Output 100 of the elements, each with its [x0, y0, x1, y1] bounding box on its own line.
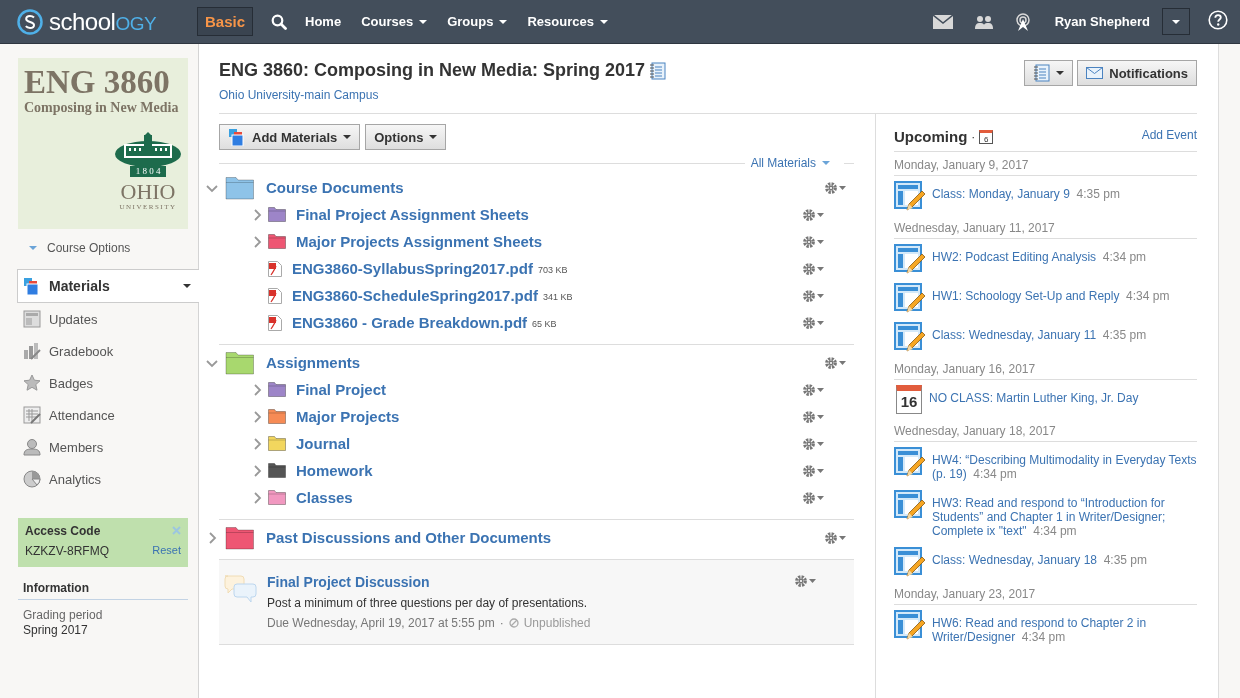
settings-menu-icon[interactable]: [802, 234, 824, 249]
sidebar-nav-item[interactable]: Members: [0, 431, 198, 463]
event-link[interactable]: HW2: Podcast Editing Analysis 4:34 pm: [932, 250, 1147, 264]
separator-dot: ·: [971, 129, 976, 144]
grading-period-label: Grading period: [22, 607, 104, 622]
notifications-button[interactable]: Notifications: [1077, 60, 1197, 86]
sidebar-nav-item[interactable]: Updates: [0, 303, 198, 335]
settings-menu-icon[interactable]: [824, 180, 846, 195]
settings-menu-icon[interactable]: [824, 355, 846, 370]
settings-menu-icon[interactable]: [802, 261, 824, 276]
user-menu-button[interactable]: [1162, 8, 1190, 35]
broadcast-icon[interactable]: [1014, 12, 1031, 31]
add-event-link[interactable]: Add Event: [1141, 128, 1197, 142]
mode-button[interactable]: Basic: [197, 7, 254, 36]
discussion-description: Post a minimum of three questions per day of presentations.: [267, 596, 589, 610]
settings-menu-icon[interactable]: [824, 530, 846, 545]
settings-menu-icon[interactable]: [802, 288, 824, 303]
assignment-icon: [894, 322, 925, 352]
folder-link[interactable]: Journal: [296, 435, 351, 452]
star-icon: [23, 374, 41, 392]
add-materials-button[interactable]: Add Materials: [219, 124, 361, 150]
chevron-right-icon[interactable]: [251, 464, 263, 477]
upcoming-heading: Upcoming: [894, 128, 968, 145]
pdf-file-icon: [268, 260, 282, 277]
file-link[interactable]: ENG3860-ScheduleSpring2017.pdf: [292, 287, 538, 304]
assignment-icon: [894, 490, 925, 520]
folder-link[interactable]: Past Discussions and Other Documents: [266, 529, 552, 546]
event-link[interactable]: Class: Monday, January 9 4:35 pm: [932, 187, 1120, 201]
options-button[interactable]: Options: [365, 124, 447, 150]
calendar-icon[interactable]: 6: [979, 129, 994, 144]
access-code-label: Access Code: [25, 524, 102, 540]
people-icon[interactable]: [974, 14, 993, 29]
event-link[interactable]: HW6: Read and respond to Chapter 2 in Writer/Designer 4:34 pm: [932, 616, 1197, 644]
event-link[interactable]: HW3: Read and respond to “Introduction for Students” and Chapter 1 in Writer/Designer; Complete ix "text" 4:34 pm: [932, 496, 1197, 538]
folder-link[interactable]: Major Projects: [296, 408, 400, 425]
calendar-icon: 16: [896, 385, 922, 414]
nav-menu[interactable]: Groups: [447, 14, 508, 29]
chevron-right-icon[interactable]: [251, 437, 263, 450]
settings-menu-icon[interactable]: [802, 315, 824, 330]
nav-menu[interactable]: Courses: [361, 14, 428, 29]
folder-link[interactable]: Final Project: [296, 381, 387, 398]
materials-icon: [23, 277, 41, 295]
folder-link[interactable]: Homework: [296, 462, 373, 479]
filter-dropdown[interactable]: All Materials: [750, 156, 830, 170]
mail-icon[interactable]: [932, 14, 953, 29]
event-link[interactable]: Class: Wednesday, January 11 4:35 pm: [932, 328, 1147, 342]
folder-link[interactable]: Final Project Assignment Sheets: [296, 206, 529, 223]
chevron-right-icon[interactable]: [251, 491, 263, 504]
person-icon: [23, 438, 41, 456]
date-heading: Wednesday, January 18, 2017: [894, 418, 1197, 442]
university-building-icon: [114, 132, 182, 168]
discussion-link[interactable]: Final Project Discussion: [267, 574, 784, 590]
chevron-right-icon[interactable]: [206, 531, 218, 544]
event-link[interactable]: NO CLASS: Martin Luther King, Jr. Day: [929, 391, 1139, 405]
folder-link[interactable]: Assignments: [266, 354, 361, 371]
event-link[interactable]: HW4: “Describing Multimodality in Everyday Texts (p. 19) 4:34 pm: [932, 453, 1197, 481]
nav-menu[interactable]: Home: [305, 14, 342, 29]
sidebar-nav-item[interactable]: Attendance: [0, 399, 198, 431]
pdf-file-icon: [268, 287, 282, 304]
sidebar-nav-item[interactable]: Gradebook: [0, 335, 198, 367]
sidebar-nav-item[interactable]: Materials: [17, 269, 199, 303]
pdf-file-icon: [268, 314, 282, 331]
chevron-right-icon[interactable]: [251, 383, 263, 396]
reset-link[interactable]: Reset: [152, 543, 181, 561]
chevron-right-icon[interactable]: [251, 410, 263, 423]
logo-icon[interactable]: [17, 8, 43, 35]
settings-menu-icon[interactable]: [794, 574, 816, 588]
settings-menu-icon[interactable]: [802, 382, 824, 397]
settings-menu-icon[interactable]: [802, 436, 824, 451]
help-icon[interactable]: [1208, 10, 1228, 30]
materials-icon: [228, 128, 246, 146]
settings-menu-icon[interactable]: [802, 207, 824, 222]
search-icon[interactable]: [271, 13, 288, 30]
sidebar-nav-item[interactable]: Badges: [0, 367, 198, 399]
chevron-right-icon[interactable]: [251, 208, 263, 221]
file-size: 703 KB: [537, 265, 568, 275]
settings-menu-icon[interactable]: [802, 409, 824, 424]
folder-link[interactable]: Course Documents: [266, 179, 404, 196]
logo-wordmark[interactable]: schoolOGY: [49, 7, 157, 36]
unpublished-icon: [508, 618, 519, 628]
file-size: 65 KB: [532, 319, 557, 329]
file-link[interactable]: ENG3860-SyllabusSpring2017.pdf: [292, 260, 533, 277]
folder-link[interactable]: Major Projects Assignment Sheets: [296, 233, 543, 250]
school-link[interactable]: Ohio University-main Campus: [219, 88, 667, 102]
course-menu-button[interactable]: [1024, 60, 1074, 86]
file-size: 341 KB: [542, 292, 573, 302]
assignment-icon: [894, 283, 925, 313]
folder-link[interactable]: Classes: [296, 489, 353, 506]
nav-menu[interactable]: Resources: [527, 14, 608, 29]
sidebar-nav-item[interactable]: Analytics: [0, 463, 198, 495]
course-options-link[interactable]: Course Options: [29, 241, 198, 255]
file-link[interactable]: ENG3860 - Grade Breakdown.pdf: [292, 314, 528, 331]
user-name[interactable]: Ryan Shepherd: [1054, 14, 1150, 29]
settings-menu-icon[interactable]: [802, 490, 824, 505]
chevron-right-icon[interactable]: [251, 235, 263, 248]
updates-icon: [23, 310, 41, 328]
settings-menu-icon[interactable]: [802, 463, 824, 478]
event-link[interactable]: HW1: Schoology Set-Up and Reply 4:34 pm: [932, 289, 1170, 303]
notebook-icon[interactable]: [649, 61, 667, 80]
event-link[interactable]: Class: Wednesday, January 18 4:35 pm: [932, 553, 1147, 567]
